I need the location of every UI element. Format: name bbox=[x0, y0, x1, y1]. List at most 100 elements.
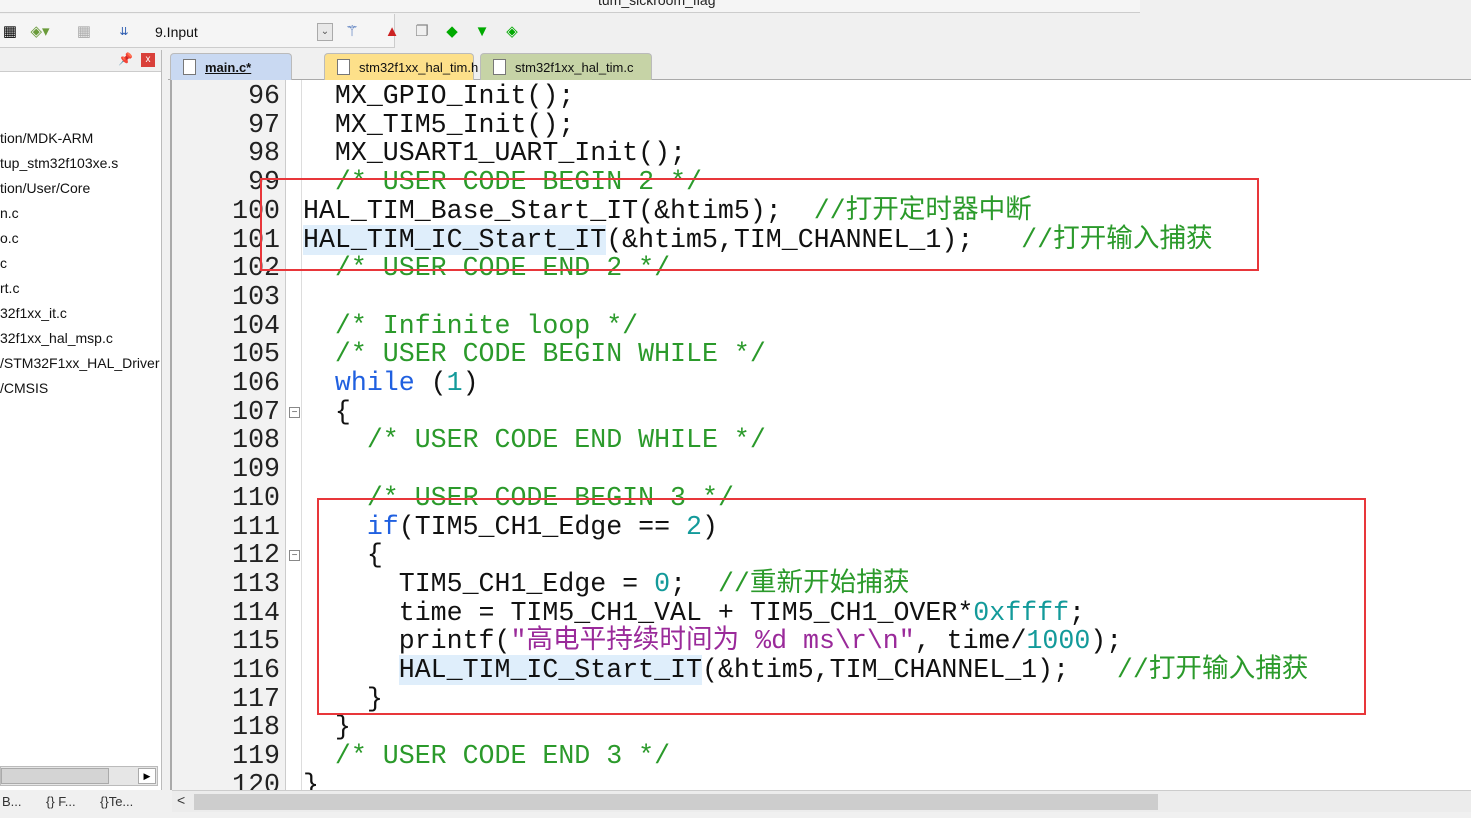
tab-stm32f1xx-hal-tim-c[interactable]: stm32f1xx_hal_tim.c bbox=[480, 53, 652, 80]
tree-item[interactable]: o.c bbox=[0, 226, 160, 251]
line-number: 106 bbox=[232, 368, 280, 398]
batch-build-icon[interactable]: ▦ bbox=[0, 22, 20, 42]
line-number: 109 bbox=[232, 454, 280, 485]
code-line: 96 MX_GPIO_Init(); bbox=[172, 82, 1471, 111]
tree-item[interactable]: tion/User/Core bbox=[0, 176, 160, 201]
code-text: /* USER CODE BEGIN WHILE */ bbox=[303, 340, 766, 369]
scroll-right-icon[interactable]: ▶ bbox=[138, 768, 156, 784]
translate-icon[interactable]: ◈▾ bbox=[30, 22, 50, 42]
code-token: { bbox=[303, 396, 351, 427]
line-number: 108 bbox=[232, 425, 280, 456]
fold-toggle-icon[interactable]: − bbox=[289, 406, 300, 418]
tab-main-c-[interactable]: main.c* bbox=[170, 53, 292, 80]
code-line: 108 /* USER CODE END WHILE */ bbox=[172, 426, 1471, 455]
tab-label: stm32f1xx_hal_tim.c bbox=[515, 60, 634, 75]
fold-toggle-icon[interactable]: − bbox=[289, 550, 300, 562]
code-line: 107 { bbox=[172, 396, 1471, 427]
project-scrollbar[interactable]: ▶ bbox=[0, 766, 158, 786]
tree-item[interactable]: 32f1xx_hal_msp.c bbox=[0, 326, 160, 351]
code-token: MX_TIM5_Init(); bbox=[303, 109, 575, 140]
build-toolbar: ▦ ◈▾ ▦ ⇊ 9.Input ⌄ ⚚ ▲ ❐ ◆ ▼ ◈ bbox=[0, 14, 518, 48]
manage-components-icon[interactable]: ▲ bbox=[382, 22, 402, 42]
code-line: 118 } bbox=[172, 713, 1471, 742]
pack-installer-icon[interactable]: ◈ bbox=[502, 22, 522, 42]
project-name: tum_sickroom_flag bbox=[598, 0, 716, 8]
filter-icon[interactable]: ▼ bbox=[472, 22, 492, 42]
target-select[interactable]: 9.Input ⌄ bbox=[150, 21, 333, 43]
scroll-left-icon[interactable]: < bbox=[177, 792, 185, 808]
tab-label: main.c* bbox=[205, 60, 252, 75]
pin-icon[interactable]: 📌 bbox=[118, 52, 133, 66]
scrollbar-thumb[interactable] bbox=[194, 794, 1158, 810]
code-line: 103 bbox=[172, 283, 1471, 312]
code-text: MX_TIM5_Init(); bbox=[303, 109, 575, 140]
code-token: } bbox=[303, 769, 319, 790]
file-icon bbox=[183, 59, 196, 75]
code-token: /* Infinite loop */ bbox=[334, 310, 639, 341]
highlight-box-loop bbox=[317, 498, 1366, 715]
tab-stm32f1xx-hal-tim-h[interactable]: stm32f1xx_hal_tim.h bbox=[324, 53, 478, 80]
line-number: 107 bbox=[232, 396, 280, 427]
tree-item[interactable]: 32f1xx_it.c bbox=[0, 301, 160, 326]
line-number: 104 bbox=[232, 310, 280, 341]
tab-label: stm32f1xx_hal_tim.h bbox=[359, 60, 479, 75]
project-panel: 📌 x tion/MDK-ARM tup_stm32f103xe.s tion/Us… bbox=[0, 50, 162, 790]
code-text: { bbox=[303, 396, 351, 427]
line-number: 120 bbox=[232, 769, 280, 790]
tab-templates[interactable]: {}Te... bbox=[100, 794, 133, 809]
tree-item[interactable]: rt.c bbox=[0, 276, 160, 301]
code-text: while (1) bbox=[303, 369, 479, 398]
tree-item[interactable]: tup_stm32f103xe.s bbox=[0, 151, 160, 176]
options-wand-icon[interactable]: ⚚ bbox=[342, 22, 362, 42]
code-text: } bbox=[303, 769, 319, 790]
tree-item[interactable]: tion/MDK-ARM bbox=[0, 126, 160, 151]
tree-item[interactable]: /CMSIS bbox=[0, 376, 160, 401]
line-number: 114 bbox=[232, 597, 280, 628]
line-number: 111 bbox=[232, 511, 280, 542]
code-token: /* USER CODE END 3 */ bbox=[334, 741, 671, 772]
code-text: } bbox=[303, 713, 351, 742]
tab-functions[interactable]: {} F... bbox=[46, 794, 76, 809]
code-line: 106 while (1) bbox=[172, 369, 1471, 398]
close-icon[interactable]: x bbox=[141, 53, 155, 67]
code-token: } bbox=[303, 712, 351, 743]
load-icon[interactable]: ⇊ bbox=[114, 22, 134, 42]
code-line: 97 MX_TIM5_Init(); bbox=[172, 109, 1471, 140]
tree-item[interactable]: /STM32F1xx_HAL_Driver bbox=[0, 351, 160, 376]
code-token: ( bbox=[414, 368, 447, 398]
highlight-box-init bbox=[260, 178, 1259, 271]
code-token: MX_USART1_UART_Init(); bbox=[303, 138, 687, 169]
green-diamond-icon[interactable]: ◆ bbox=[442, 22, 462, 42]
line-number: 116 bbox=[232, 655, 280, 685]
code-text: /* USER CODE END 3 */ bbox=[303, 742, 670, 771]
code-line: 120} bbox=[172, 769, 1471, 790]
tree-item[interactable]: c bbox=[0, 251, 160, 276]
main-toolbar: tum_sickroom_flag bbox=[0, 0, 1140, 13]
code-line: 104 /* Infinite loop */ bbox=[172, 310, 1471, 341]
panel-tabs: B... {} F... {}Te... bbox=[0, 790, 162, 818]
code-text: MX_GPIO_Init(); bbox=[303, 82, 574, 111]
chevron-down-icon[interactable]: ⌄ bbox=[317, 23, 333, 41]
copy-icon[interactable]: ❐ bbox=[412, 22, 432, 42]
tree-item[interactable]: n.c bbox=[0, 201, 160, 226]
code-line: 119 /* USER CODE END 3 */ bbox=[172, 742, 1471, 771]
project-panel-header: 📌 x bbox=[0, 50, 161, 72]
line-number: 97 bbox=[248, 109, 280, 140]
line-number: 105 bbox=[232, 339, 280, 370]
code-token: /* USER CODE END WHILE */ bbox=[366, 425, 766, 456]
line-number: 119 bbox=[232, 741, 280, 772]
tab-books[interactable]: B... bbox=[2, 794, 22, 809]
stop-build-icon[interactable]: ▦ bbox=[74, 22, 94, 42]
line-number: 103 bbox=[232, 281, 280, 312]
code-token: MX_GPIO_Init(); bbox=[303, 81, 575, 111]
code-text: /* Infinite loop */ bbox=[303, 310, 639, 341]
editor-scrollbar[interactable]: < bbox=[172, 790, 1471, 812]
line-number: 110 bbox=[232, 482, 280, 513]
line-number: 117 bbox=[232, 683, 280, 714]
code-line: 98 MX_USART1_UART_Init(); bbox=[172, 139, 1471, 168]
code-token: ) bbox=[462, 368, 479, 398]
line-number: 96 bbox=[248, 81, 280, 111]
